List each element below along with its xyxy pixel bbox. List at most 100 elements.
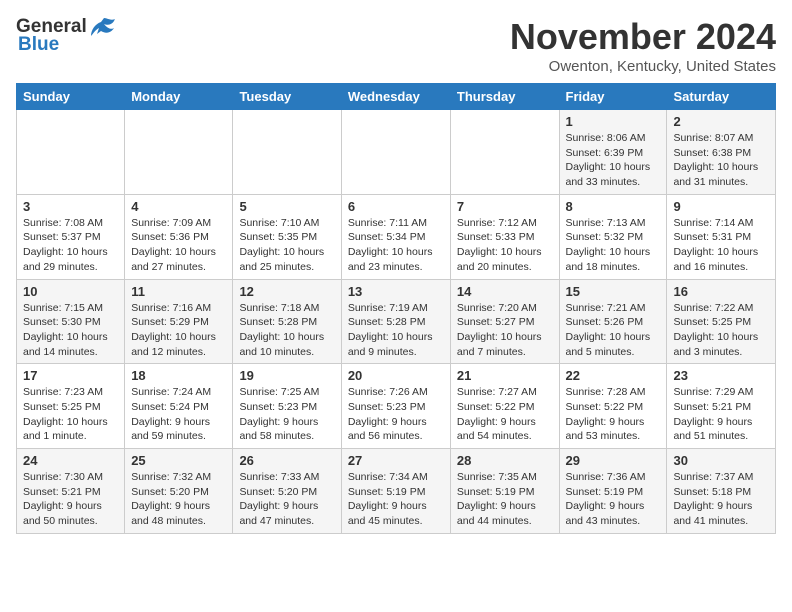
calendar-week-row: 24 Sunrise: 7:30 AM Sunset: 5:21 PM Dayli… xyxy=(17,449,776,534)
calendar-day-cell: 16 Sunrise: 7:22 AM Sunset: 5:25 PM Dayli… xyxy=(667,279,776,364)
day-number: 19 xyxy=(239,368,334,383)
day-info: Sunrise: 7:22 AM Sunset: 5:25 PM Dayligh… xyxy=(673,301,769,360)
calendar-day-cell: 3 Sunrise: 7:08 AM Sunset: 5:37 PM Daylig… xyxy=(17,194,125,279)
calendar-day-cell: 1Sunrise: 8:06 AM Sunset: 6:39 PM Daylig… xyxy=(559,110,667,195)
calendar-day-cell: 23Sunrise: 7:29 AM Sunset: 5:21 PM Dayli… xyxy=(667,364,776,449)
day-info: Sunrise: 7:11 AM Sunset: 5:34 PM Dayligh… xyxy=(348,216,444,275)
day-number: 4 xyxy=(131,199,226,214)
calendar-day-cell: 13 Sunrise: 7:19 AM Sunset: 5:28 PM Dayli… xyxy=(341,279,450,364)
day-number: 22 xyxy=(566,368,661,383)
day-number: 7 xyxy=(457,199,553,214)
day-info: Sunrise: 7:30 AM Sunset: 5:21 PM Dayligh… xyxy=(23,470,118,529)
calendar-day-cell: 29Sunrise: 7:36 AM Sunset: 5:19 PM Dayli… xyxy=(559,449,667,534)
day-info: Sunrise: 7:27 AM Sunset: 5:22 PM Dayligh… xyxy=(457,385,553,444)
day-number: 18 xyxy=(131,368,226,383)
calendar-header-row: SundayMondayTuesdayWednesdayThursdayFrid… xyxy=(17,84,776,110)
weekday-header: Wednesday xyxy=(341,84,450,110)
day-info: Sunrise: 7:18 AM Sunset: 5:28 PM Dayligh… xyxy=(239,301,334,360)
day-number: 13 xyxy=(348,284,444,299)
day-info: Sunrise: 7:08 AM Sunset: 5:37 PM Dayligh… xyxy=(23,216,118,275)
calendar-day-cell: 14 Sunrise: 7:20 AM Sunset: 5:27 PM Dayli… xyxy=(450,279,559,364)
calendar-day-cell: 19 Sunrise: 7:25 AM Sunset: 5:23 PM Dayli… xyxy=(233,364,341,449)
calendar-day-cell: 21 Sunrise: 7:27 AM Sunset: 5:22 PM Dayli… xyxy=(450,364,559,449)
day-info: Sunrise: 8:06 AM Sunset: 6:39 PM Dayligh… xyxy=(566,131,661,190)
calendar-day-cell: 6 Sunrise: 7:11 AM Sunset: 5:34 PM Daylig… xyxy=(341,194,450,279)
calendar-week-row: 10Sunrise: 7:15 AM Sunset: 5:30 PM Dayli… xyxy=(17,279,776,364)
calendar-day-cell: 17 Sunrise: 7:23 AM Sunset: 5:25 PM Dayli… xyxy=(17,364,125,449)
calendar-day-cell xyxy=(341,110,450,195)
day-info: Sunrise: 7:26 AM Sunset: 5:23 PM Dayligh… xyxy=(348,385,444,444)
weekday-header: Saturday xyxy=(667,84,776,110)
day-info: Sunrise: 7:28 AM Sunset: 5:22 PM Dayligh… xyxy=(566,385,661,444)
calendar-table: SundayMondayTuesdayWednesdayThursdayFrid… xyxy=(16,83,776,534)
day-info: Sunrise: 7:33 AM Sunset: 5:20 PM Dayligh… xyxy=(239,470,334,529)
day-number: 28 xyxy=(457,453,553,468)
day-number: 17 xyxy=(23,368,118,383)
calendar-day-cell: 27Sunrise: 7:34 AM Sunset: 5:19 PM Dayli… xyxy=(341,449,450,534)
day-info: Sunrise: 7:24 AM Sunset: 5:24 PM Dayligh… xyxy=(131,385,226,444)
header: General Blue November 2024 Owenton, Kent… xyxy=(16,16,776,75)
weekday-header: Thursday xyxy=(450,84,559,110)
day-number: 24 xyxy=(23,453,118,468)
calendar-day-cell: 5 Sunrise: 7:10 AM Sunset: 5:35 PM Daylig… xyxy=(233,194,341,279)
day-info: Sunrise: 7:12 AM Sunset: 5:33 PM Dayligh… xyxy=(457,216,553,275)
day-number: 8 xyxy=(566,199,661,214)
calendar-day-cell xyxy=(450,110,559,195)
day-number: 14 xyxy=(457,284,553,299)
day-info: Sunrise: 7:23 AM Sunset: 5:25 PM Dayligh… xyxy=(23,385,118,444)
calendar-day-cell: 15 Sunrise: 7:21 AM Sunset: 5:26 PM Dayli… xyxy=(559,279,667,364)
calendar-day-cell: 24 Sunrise: 7:30 AM Sunset: 5:21 PM Dayli… xyxy=(17,449,125,534)
day-info: Sunrise: 7:35 AM Sunset: 5:19 PM Dayligh… xyxy=(457,470,553,529)
day-info: Sunrise: 7:16 AM Sunset: 5:29 PM Dayligh… xyxy=(131,301,226,360)
day-number: 10 xyxy=(23,284,118,299)
weekday-header: Friday xyxy=(559,84,667,110)
calendar-day-cell: 25 Sunrise: 7:32 AM Sunset: 5:20 PM Dayli… xyxy=(125,449,233,534)
calendar-week-row: 1Sunrise: 8:06 AM Sunset: 6:39 PM Daylig… xyxy=(17,110,776,195)
calendar-day-cell: 8 Sunrise: 7:13 AM Sunset: 5:32 PM Daylig… xyxy=(559,194,667,279)
calendar-day-cell: 20Sunrise: 7:26 AM Sunset: 5:23 PM Dayli… xyxy=(341,364,450,449)
day-info: Sunrise: 7:34 AM Sunset: 5:19 PM Dayligh… xyxy=(348,470,444,529)
calendar-day-cell xyxy=(233,110,341,195)
day-info: Sunrise: 7:14 AM Sunset: 5:31 PM Dayligh… xyxy=(673,216,769,275)
calendar-day-cell: 28 Sunrise: 7:35 AM Sunset: 5:19 PM Dayli… xyxy=(450,449,559,534)
calendar-day-cell: 26Sunrise: 7:33 AM Sunset: 5:20 PM Dayli… xyxy=(233,449,341,534)
calendar-day-cell xyxy=(125,110,233,195)
day-number: 12 xyxy=(239,284,334,299)
weekday-header: Tuesday xyxy=(233,84,341,110)
day-info: Sunrise: 7:13 AM Sunset: 5:32 PM Dayligh… xyxy=(566,216,661,275)
day-number: 29 xyxy=(566,453,661,468)
day-number: 2 xyxy=(673,114,769,129)
day-number: 6 xyxy=(348,199,444,214)
day-info: Sunrise: 7:21 AM Sunset: 5:26 PM Dayligh… xyxy=(566,301,661,360)
day-number: 3 xyxy=(23,199,118,214)
day-info: Sunrise: 8:07 AM Sunset: 6:38 PM Dayligh… xyxy=(673,131,769,190)
day-info: Sunrise: 7:10 AM Sunset: 5:35 PM Dayligh… xyxy=(239,216,334,275)
day-info: Sunrise: 7:19 AM Sunset: 5:28 PM Dayligh… xyxy=(348,301,444,360)
day-info: Sunrise: 7:32 AM Sunset: 5:20 PM Dayligh… xyxy=(131,470,226,529)
day-number: 9 xyxy=(673,199,769,214)
day-number: 25 xyxy=(131,453,226,468)
calendar-day-cell: 12 Sunrise: 7:18 AM Sunset: 5:28 PM Dayli… xyxy=(233,279,341,364)
calendar-day-cell: 30 Sunrise: 7:37 AM Sunset: 5:18 PM Dayli… xyxy=(667,449,776,534)
day-number: 5 xyxy=(239,199,334,214)
month-title: November 2024 xyxy=(510,16,776,58)
day-number: 30 xyxy=(673,453,769,468)
logo: General Blue xyxy=(16,16,119,56)
day-number: 21 xyxy=(457,368,553,383)
calendar-day-cell: 22 Sunrise: 7:28 AM Sunset: 5:22 PM Dayli… xyxy=(559,364,667,449)
calendar-day-cell: 4 Sunrise: 7:09 AM Sunset: 5:36 PM Daylig… xyxy=(125,194,233,279)
day-info: Sunrise: 7:20 AM Sunset: 5:27 PM Dayligh… xyxy=(457,301,553,360)
location-title: Owenton, Kentucky, United States xyxy=(510,58,776,75)
day-info: Sunrise: 7:29 AM Sunset: 5:21 PM Dayligh… xyxy=(673,385,769,444)
day-number: 15 xyxy=(566,284,661,299)
day-number: 11 xyxy=(131,284,226,299)
day-info: Sunrise: 7:25 AM Sunset: 5:23 PM Dayligh… xyxy=(239,385,334,444)
day-info: Sunrise: 7:09 AM Sunset: 5:36 PM Dayligh… xyxy=(131,216,226,275)
day-number: 16 xyxy=(673,284,769,299)
day-info: Sunrise: 7:37 AM Sunset: 5:18 PM Dayligh… xyxy=(673,470,769,529)
calendar-day-cell: 18 Sunrise: 7:24 AM Sunset: 5:24 PM Dayli… xyxy=(125,364,233,449)
calendar-day-cell xyxy=(17,110,125,195)
calendar-week-row: 17 Sunrise: 7:23 AM Sunset: 5:25 PM Dayli… xyxy=(17,364,776,449)
logo-blue: Blue xyxy=(18,34,59,56)
calendar-day-cell: 11 Sunrise: 7:16 AM Sunset: 5:29 PM Dayli… xyxy=(125,279,233,364)
